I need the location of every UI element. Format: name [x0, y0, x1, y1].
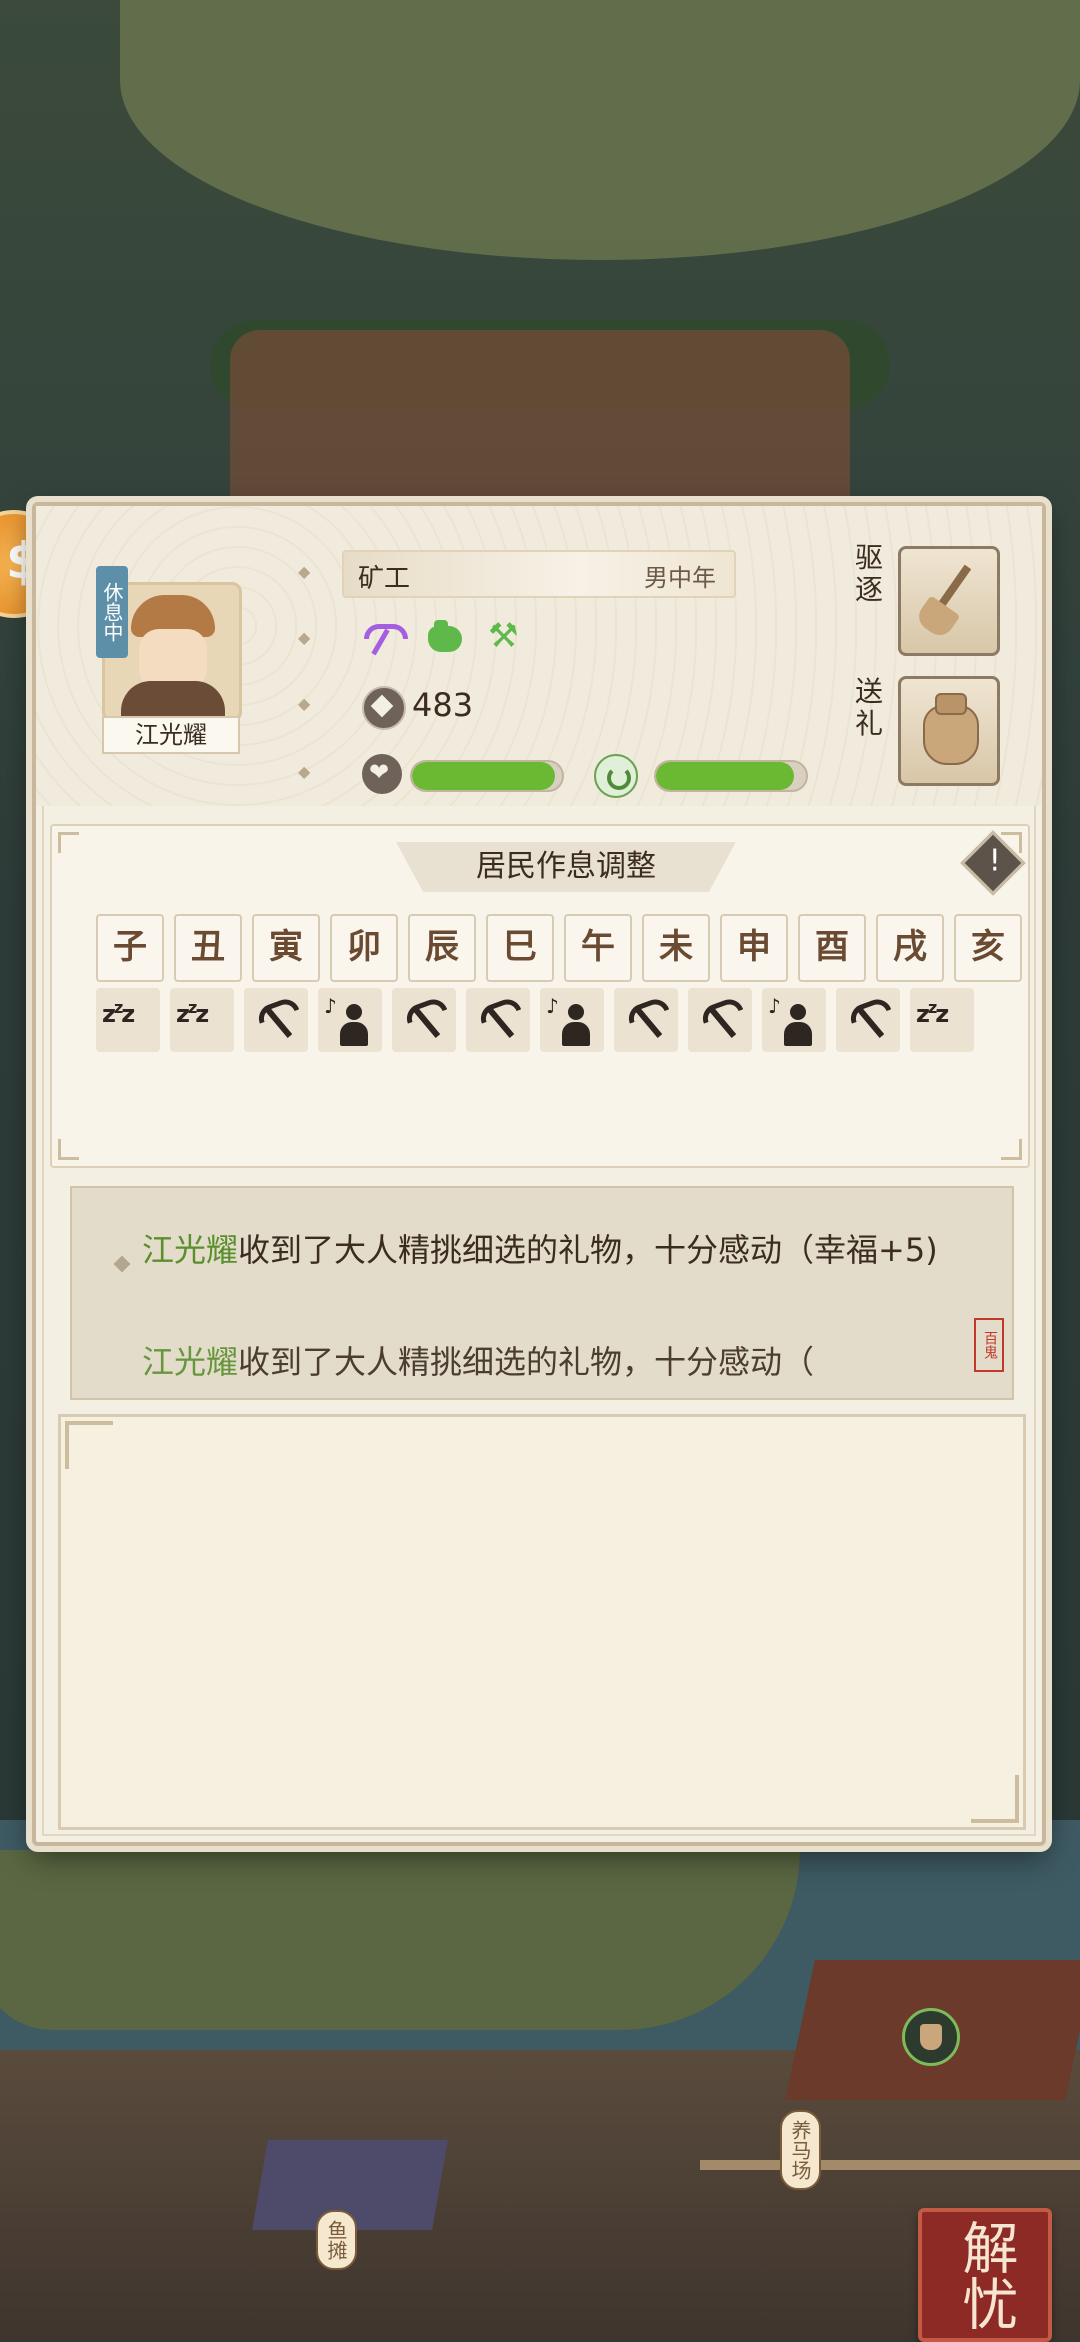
crossed-tools-icon[interactable]: ⚒ [488, 616, 528, 656]
row-bullet: ◆ [298, 694, 311, 713]
hour-cell: 丑 [174, 914, 242, 982]
gift-label: 送礼 [854, 675, 883, 740]
work-pickaxe-icon[interactable] [688, 988, 752, 1052]
happiness-bar [410, 760, 564, 792]
corner-seal-button[interactable]: 解忧 [918, 2208, 1052, 2342]
hour-cell: 未 [642, 914, 710, 982]
profession-label: 矿工 [358, 564, 411, 594]
resident-header: 休息中 江光耀 ◆ ◆ ◆ ◆ 矿工 男中年 ⚒ 483 驱逐 送礼 [36, 506, 1042, 806]
bag-marker-icon[interactable] [902, 2008, 960, 2066]
log-seal: 百鬼 [974, 1318, 1004, 1372]
hour-cell: 卯 [330, 914, 398, 982]
profession-bar: 矿工 男中年 [342, 550, 736, 598]
money-icon [362, 686, 406, 730]
work-pickaxe-icon[interactable] [392, 988, 456, 1052]
corner-ornament [971, 1775, 1019, 1823]
health-fill [656, 762, 794, 790]
cliff [230, 330, 850, 520]
work-pickaxe-icon[interactable] [244, 988, 308, 1052]
hour-cell: 午 [564, 914, 632, 982]
sleep-icon[interactable]: zzz [96, 988, 160, 1052]
corner-ornament [1001, 1139, 1022, 1160]
corner-ornament [58, 832, 79, 853]
gender-age-label: 男中年 [644, 564, 716, 592]
expel-label: 驱逐 [854, 541, 883, 606]
schedule-title: 居民作息调整 [396, 842, 736, 892]
fishing-flag[interactable]: 鱼摊 [316, 2210, 357, 2270]
money-value: 483 [412, 686, 474, 724]
hour-cell: 酉 [798, 914, 866, 982]
corner-ornament [65, 1421, 113, 1469]
happiness-icon [362, 754, 402, 794]
activity-row: zzzzzzzzz [96, 988, 974, 1052]
river-bank [0, 1850, 800, 2030]
resident-dialog: 休息中 江光耀 ◆ ◆ ◆ ◆ 矿工 男中年 ⚒ 483 驱逐 送礼 居 [32, 502, 1046, 1846]
hour-cell: 亥 [954, 914, 1022, 982]
work-pickaxe-icon[interactable] [466, 988, 530, 1052]
happiness-fill [412, 762, 555, 790]
row-bullet: ◆ [298, 628, 311, 647]
log-text: 收到了大人精挑细选的礼物，十分感动（ [238, 1343, 815, 1381]
health-icon [594, 754, 638, 798]
hour-row: 子丑寅卯辰巳午未申酉戌亥 [96, 914, 1022, 982]
log-line: 江光耀收到了大人精挑细选的礼物，十分感动（ [142, 1340, 942, 1384]
sleep-icon[interactable]: zzz [910, 988, 974, 1052]
schedule-panel: 居民作息调整 子丑寅卯辰巳午未申酉戌亥 zzzzzzzzz [50, 824, 1030, 1168]
hour-cell: 寅 [252, 914, 320, 982]
log-resident-name: 江光耀 [142, 1231, 239, 1269]
leisure-icon[interactable] [762, 988, 826, 1052]
pickaxe-icon[interactable] [362, 616, 408, 656]
row-bullet: ◆ [298, 562, 311, 581]
fence [700, 2160, 1080, 2170]
work-pickaxe-icon[interactable] [836, 988, 900, 1052]
corner-ornament [58, 1139, 79, 1160]
gift-button[interactable] [898, 676, 1000, 786]
row-bullet: ◆ [298, 762, 311, 781]
log-text: 收到了大人精挑细选的礼物，十分感动（幸福+5) [238, 1231, 938, 1269]
corner-seal-label: 解忧 [953, 2219, 1018, 2331]
portrait-face [139, 629, 207, 689]
detail-panel [58, 1414, 1026, 1830]
ranch-flag[interactable]: 养马场 [780, 2110, 821, 2190]
hour-cell: 申 [720, 914, 788, 982]
bag-icon[interactable] [424, 616, 464, 656]
resident-name: 江光耀 [102, 716, 240, 754]
log-bullet [113, 1255, 131, 1273]
status-badge: 休息中 [96, 566, 128, 658]
work-pickaxe-icon[interactable] [614, 988, 678, 1052]
message-log[interactable]: 江光耀收到了大人精挑细选的礼物，十分感动（幸福+5) 江光耀收到了大人精挑细选的… [70, 1186, 1014, 1400]
expel-button[interactable] [898, 546, 1000, 656]
sleep-icon[interactable]: zzz [170, 988, 234, 1052]
hour-cell: 巳 [486, 914, 554, 982]
hour-cell: 辰 [408, 914, 476, 982]
hour-cell: 子 [96, 914, 164, 982]
health-bar [654, 760, 808, 792]
hour-cell: 戌 [876, 914, 944, 982]
leisure-icon[interactable] [540, 988, 604, 1052]
log-resident-name: 江光耀 [142, 1343, 239, 1381]
log-line: 江光耀收到了大人精挑细选的礼物，十分感动（幸福+5) [142, 1228, 942, 1272]
leisure-icon[interactable] [318, 988, 382, 1052]
